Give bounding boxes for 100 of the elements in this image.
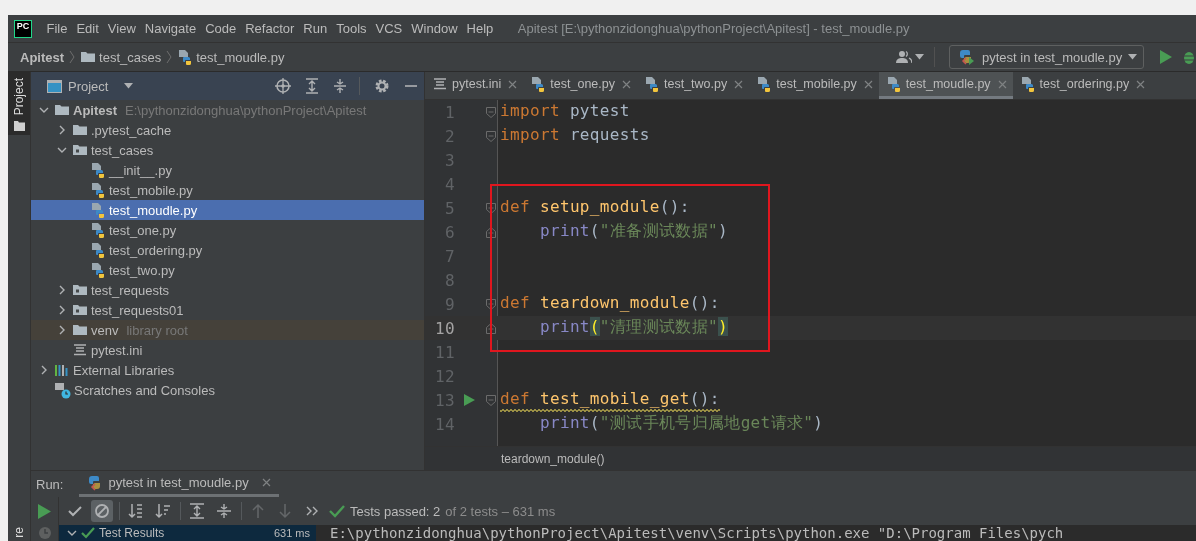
menu-item[interactable]: Code xyxy=(200,21,241,36)
caret-down-icon xyxy=(1128,54,1138,60)
tree-label: __init__.py xyxy=(109,162,172,178)
chevron-down-icon[interactable] xyxy=(57,145,67,155)
menu-item[interactable]: Navigate xyxy=(140,21,201,36)
fold-marker-icon[interactable] xyxy=(486,394,496,406)
breadcrumb-item[interactable]: test_moudle.py xyxy=(196,49,285,65)
breadcrumb-item[interactable]: teardown_module() xyxy=(501,451,605,466)
menu-item[interactable]: File xyxy=(42,21,72,36)
tree-label: test_mobile.py xyxy=(109,182,193,198)
crosshair-icon[interactable] xyxy=(275,78,291,94)
code-text: print("准备测试数据") xyxy=(538,220,728,242)
breadcrumb-item[interactable]: Apitest xyxy=(20,49,65,65)
package-folder-icon xyxy=(72,142,88,158)
selected-row-highlight[interactable]: test_moudle.py xyxy=(31,200,424,220)
editor-tab[interactable]: test_mobile.py xyxy=(749,72,879,99)
chevron-down-icon[interactable] xyxy=(39,105,49,115)
chevron-right-icon[interactable] xyxy=(57,325,67,335)
breadcrumb-separator-icon xyxy=(166,50,173,64)
chevron-right-icon[interactable] xyxy=(57,285,67,295)
fold-end-icon[interactable] xyxy=(486,226,496,238)
libraries-icon xyxy=(54,362,70,378)
expand-all-icon[interactable] xyxy=(305,78,319,94)
text-file-icon xyxy=(72,342,88,358)
python-file-icon xyxy=(530,76,547,92)
editor-tab[interactable]: test_moudle.py xyxy=(878,72,1013,99)
settings-icon[interactable] xyxy=(374,78,390,94)
python-file-icon xyxy=(90,222,106,238)
folder-icon xyxy=(54,102,70,118)
close-icon[interactable] xyxy=(1136,79,1146,89)
close-icon[interactable] xyxy=(734,79,744,89)
run-icon[interactable] xyxy=(38,503,51,519)
chevron-down-icon[interactable] xyxy=(67,528,77,538)
line-number: 10 xyxy=(434,318,455,338)
breadcrumb-item[interactable]: test_cases xyxy=(99,49,162,65)
library-row-highlight[interactable]: venv library root xyxy=(31,320,424,340)
panel-title-dropdown[interactable]: Project xyxy=(68,78,109,94)
run-tab[interactable]: pytest in test_moudle.py xyxy=(79,471,279,497)
tree-label: venv xyxy=(91,322,119,338)
caret-down-icon[interactable] xyxy=(915,54,924,60)
test-status-text: Tests passed: 2 xyxy=(350,503,441,519)
fold-marker-icon[interactable] xyxy=(486,106,496,118)
app-logo: PC xyxy=(14,19,32,38)
folder-icon xyxy=(13,121,25,132)
fold-end-icon[interactable] xyxy=(486,322,496,334)
panel-label: Run: xyxy=(36,476,64,492)
arrow-down-icon xyxy=(277,503,293,519)
chevron-right-icon[interactable] xyxy=(57,125,67,135)
chevron-right-icon[interactable] xyxy=(39,365,49,375)
editor-tab[interactable]: test_ordering.py xyxy=(1012,72,1152,99)
menu-item[interactable]: Refactor xyxy=(240,21,299,36)
editor-tab[interactable]: pytest.ini xyxy=(425,72,524,99)
menu-item[interactable]: View xyxy=(103,21,141,36)
tool-window-tab[interactable]: Project xyxy=(8,72,30,136)
tool-window-tab[interactable]: re xyxy=(8,527,30,541)
window-title: Apitest [E:\pythonzidonghua\pythonProject\Apitest] - test_moudle.py xyxy=(517,21,910,36)
close-icon[interactable] xyxy=(997,79,1007,89)
window-icon xyxy=(47,79,62,93)
toolbar-button[interactable] xyxy=(91,500,113,522)
run-icon[interactable] xyxy=(464,394,475,406)
selected-row-highlight[interactable]: Test Results 631 ms xyxy=(59,525,316,541)
no-entry-icon xyxy=(94,503,110,519)
tree-label: test_two.py xyxy=(109,262,175,278)
result-time: 631 ms xyxy=(273,527,310,539)
sort-icon xyxy=(128,503,144,519)
menu-item[interactable]: VCS xyxy=(371,21,407,36)
editor-tab[interactable]: test_two.py xyxy=(637,72,750,99)
run-icon[interactable] xyxy=(1160,50,1172,64)
caret-down-icon[interactable] xyxy=(124,83,134,89)
menu-item[interactable]: Tools xyxy=(331,21,372,36)
fold-marker-icon[interactable] xyxy=(486,298,496,310)
close-icon[interactable] xyxy=(622,79,631,89)
folder-icon xyxy=(72,122,88,138)
tree-label: test_cases xyxy=(91,142,154,158)
test-status-detail: of 2 tests – 631 ms xyxy=(445,503,556,519)
code-text: def setup_module(): xyxy=(500,196,690,218)
menu-item[interactable]: Run xyxy=(298,21,332,36)
menu-item[interactable]: Help xyxy=(462,21,498,36)
python-file-icon xyxy=(90,202,106,218)
tree-label: .pytest_cache xyxy=(91,122,172,138)
editor-tab[interactable]: test_one.py xyxy=(523,72,637,99)
code-text: print("测试手机号归属地get请求") xyxy=(538,412,824,434)
run-config-dropdown[interactable]: pytest in test_moudle.py xyxy=(949,45,1144,69)
close-icon[interactable] xyxy=(261,478,271,487)
debug-bug-icon[interactable] xyxy=(1182,49,1196,65)
result-label: Test Results xyxy=(99,526,165,540)
fold-marker-icon[interactable] xyxy=(486,130,496,142)
collapse-all-icon[interactable] xyxy=(333,78,347,94)
code-text: import pytest xyxy=(500,100,630,122)
chevron-right-icon[interactable] xyxy=(57,305,67,315)
close-icon[interactable] xyxy=(508,79,518,89)
breadcrumb-separator-icon xyxy=(69,50,76,64)
expand-all-icon xyxy=(189,503,205,519)
menu-item[interactable]: Edit xyxy=(71,21,104,36)
fold-marker-icon[interactable] xyxy=(486,202,496,214)
close-icon[interactable] xyxy=(863,79,873,89)
tree-hint: library root xyxy=(126,322,188,338)
python-file-icon xyxy=(885,76,902,92)
user-menu-button[interactable] xyxy=(896,50,924,64)
menu-item[interactable]: Window xyxy=(406,21,463,36)
